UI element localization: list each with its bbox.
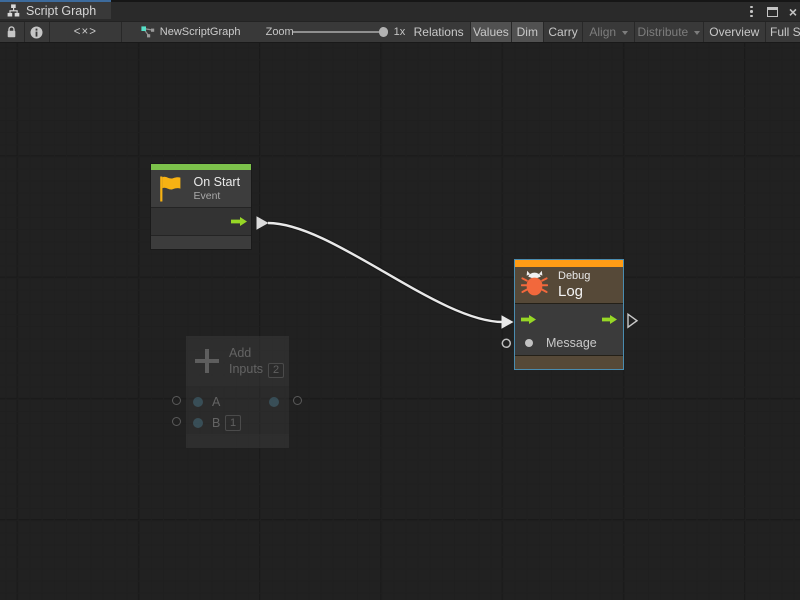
node-subtitle: Event (194, 190, 241, 203)
node-footer (151, 236, 251, 248)
node-footer (515, 355, 623, 369)
bug-icon (521, 270, 548, 299)
info-button[interactable] (25, 22, 50, 42)
tab-bar: Script Graph × (0, 0, 800, 21)
value-input-port-icon[interactable] (525, 339, 533, 347)
unconnected-input-hint-ring (502, 339, 510, 347)
value-input-port-icon[interactable] (193, 418, 203, 428)
value-input-port-icon[interactable] (193, 397, 203, 407)
script-graph-window: Script Graph × <×> (0, 0, 800, 600)
lock-button[interactable] (0, 22, 25, 42)
toolbar-button-relations[interactable]: Relations (407, 22, 471, 42)
toolbar-button-carry[interactable]: Carry (544, 22, 583, 42)
tab-title: Script Graph (26, 4, 96, 18)
node-title: Log (558, 283, 590, 300)
control-output-port-icon[interactable] (231, 217, 247, 226)
node-footer (186, 434, 289, 448)
unconnected-output-hint-triangle (628, 314, 637, 327)
window-menu-icon[interactable] (747, 4, 756, 20)
toolbar-button-values[interactable]: Values (471, 22, 512, 42)
toolbar-button-overview[interactable]: Overview (704, 22, 766, 42)
node-add-inputs-ghost[interactable]: Add Inputs 2 A B 1 (186, 336, 289, 448)
node-title-line2: Inputs (229, 361, 263, 377)
control-input-port-icon[interactable] (521, 315, 536, 324)
port-b-value-field[interactable]: 1 (225, 415, 241, 431)
toolbar-button-distribute[interactable]: Distribute (635, 22, 703, 42)
port-hint-ring (172, 396, 181, 405)
close-icon[interactable]: × (789, 7, 797, 17)
toolbar-button-align[interactable]: Align (583, 22, 635, 42)
node-on-start[interactable]: On Start Event (150, 163, 252, 250)
port-hint-ring (172, 417, 181, 426)
zoom-slider-handle[interactable] (379, 27, 389, 37)
flag-icon (159, 175, 181, 202)
value-output-port-icon[interactable] (269, 397, 279, 407)
connection-end-arrow (502, 315, 514, 329)
zoom-slider-track (293, 31, 384, 33)
plus-icon (195, 349, 219, 373)
graph-asset-name: NewScriptGraph (160, 26, 241, 38)
node-category: Debug (558, 269, 590, 283)
graph-canvas[interactable]: On Start Event (0, 43, 800, 600)
port-b-label: B (212, 416, 220, 430)
value-input-label: Message (546, 336, 597, 350)
csharp-preview-button[interactable]: <×> (50, 22, 122, 42)
script-graph-asset-icon (141, 26, 155, 38)
graph-asset-breadcrumb[interactable]: NewScriptGraph (122, 22, 264, 42)
code-icon: <×> (74, 26, 97, 38)
chevron-down-icon (694, 31, 700, 35)
tab-script-graph[interactable]: Script Graph (0, 0, 111, 19)
connection-start-arrow (257, 216, 269, 230)
chevron-down-icon (622, 31, 628, 35)
control-output-port-icon[interactable] (602, 315, 617, 324)
connection-layer (0, 43, 800, 600)
connection-shadow (268, 223, 503, 322)
node-accent-strip (515, 260, 623, 267)
connection-on-start-to-log[interactable] (268, 223, 503, 322)
inputs-count-field[interactable]: 2 (268, 363, 284, 378)
maximize-icon[interactable] (767, 7, 778, 17)
toolbar-button-fullscreen[interactable]: Full S (766, 22, 800, 42)
info-icon (30, 26, 43, 39)
port-hint-ring (293, 396, 302, 405)
zoom-label: Zoom (266, 26, 294, 38)
graph-hierarchy-icon (7, 4, 20, 17)
zoom-control: Zoom 1x (264, 22, 408, 42)
node-title-line1: Add (229, 345, 263, 361)
graph-toolbar: <×> NewScriptGraph Zoom 1x Relations Val… (0, 21, 800, 43)
node-title: On Start (194, 175, 241, 190)
zoom-value: 1x (394, 26, 406, 38)
zoom-slider[interactable] (292, 27, 385, 37)
port-a-label: A (212, 395, 220, 409)
toolbar-button-dim[interactable]: Dim (512, 22, 544, 42)
node-debug-log[interactable]: Debug Log Message (514, 259, 624, 371)
lock-icon (6, 26, 17, 38)
